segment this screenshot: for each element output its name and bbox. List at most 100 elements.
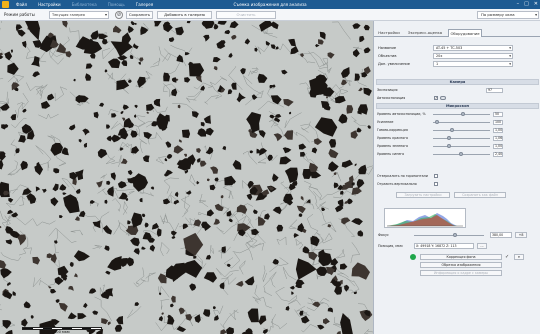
slider-label: Уровень красного [377, 136, 409, 140]
toolbar: Режим работы Текущая галерея ▾ ⊘ Сохрани… [0, 9, 540, 21]
clear-circle-icon[interactable]: ⊘ [115, 11, 123, 19]
mode-select[interactable]: Текущая галерея ▾ [49, 11, 109, 19]
flip-v-label: Отразить вертикально [377, 182, 417, 186]
position-label: Позиция, мкм [378, 244, 403, 248]
field-zoom-label: Доп. увеличение [378, 62, 410, 66]
save-settings-button[interactable]: Сохранить как файл [454, 192, 506, 198]
close-icon[interactable]: ✕ [534, 0, 538, 9]
slider-value-input[interactable]: 2,40 [493, 152, 503, 157]
size-mode-value: По размеру окна [481, 12, 515, 17]
focus-slider-knob[interactable] [453, 233, 457, 237]
auto-exposure-row: Автоэкспозиция ✓ [376, 95, 539, 102]
slider-row: Уровень красного 1,06 [376, 135, 539, 142]
slider-label: Уровень автоэкспозиции, % [377, 112, 426, 116]
slider-label: Уровень синего [377, 152, 405, 156]
flip-v-row: Отразить вертикально [376, 181, 539, 188]
slider-knob[interactable] [447, 144, 452, 148]
histogram [384, 208, 466, 228]
slider-row: Уровень синего 2,40 [376, 151, 539, 158]
slider-value-input[interactable]: 50 [493, 112, 503, 117]
equipment-select[interactable]: AT-45 + TC-503 ▾ [433, 45, 513, 51]
chevron-down-icon: ▾ [509, 46, 511, 50]
slider-track[interactable] [433, 138, 490, 139]
minimize-icon[interactable]: – [517, 0, 520, 9]
tab-express[interactable]: Экспресс-оценка [404, 29, 446, 37]
flip-h-label: Отзеркалить по горизонтали [377, 174, 428, 178]
background-correction-button[interactable]: Коррекция фона [420, 254, 502, 260]
slider-value-input[interactable]: 1,00 [493, 128, 503, 133]
focus-step-button[interactable]: +8 [515, 232, 527, 238]
microstructure-image [0, 21, 373, 334]
field-name: Название AT-45 + TC-503 ▾ [376, 45, 539, 51]
chevron-down-icon: ▾ [509, 54, 511, 58]
slider-knob[interactable] [459, 152, 464, 156]
slider-value-input[interactable]: 100 [493, 120, 503, 125]
field-extra-zoom: Доп. увеличение 1 ▾ [376, 61, 539, 67]
tab-settings[interactable]: Настройки [376, 29, 402, 37]
zoom-select[interactable]: 1 ▾ [433, 61, 513, 67]
slider-row: Усиление 100 [376, 119, 539, 126]
add-to-gallery-button[interactable]: Добавить в галерею [157, 11, 212, 19]
field-objective: Объектив 20x ▾ [376, 53, 539, 59]
objective-value: 20x [436, 54, 443, 58]
mode-select-value: Текущая галерея [52, 13, 85, 17]
check-icon[interactable]: ✓ [505, 254, 511, 260]
settings-panel: Настройки Экспресс-оценка Оборудование Н… [373, 21, 540, 334]
slider-label: Гамма-коррекция [377, 128, 408, 132]
slider-knob[interactable] [449, 128, 454, 132]
status-indicator-icon [410, 254, 416, 260]
focus-input[interactable]: 380,00 [490, 232, 512, 238]
slider-value-input[interactable]: 1,06 [493, 136, 503, 141]
microscope-image-view[interactable]: 300 мкм [0, 21, 373, 334]
exposure-input[interactable]: 97 [486, 88, 503, 93]
slider-knob[interactable] [447, 136, 452, 140]
histogram-chart [387, 213, 463, 227]
slider-label: Уровень зеленого [377, 144, 409, 148]
clear-button[interactable]: Очистить [216, 11, 276, 19]
camera-section-header[interactable]: Камера [376, 79, 539, 85]
maximize-icon[interactable]: □ [524, 0, 529, 9]
camera-info-button[interactable]: Информация о кадре с камеры [420, 270, 502, 276]
auto-exposure-checkbox[interactable]: ✓ [434, 96, 438, 100]
field-name-label: Название [378, 46, 397, 50]
save-button[interactable]: Сохранить [126, 11, 153, 19]
slider-knob[interactable] [434, 120, 439, 124]
position-input[interactable]: X: 49918 Y: 16872 Z: 113 [414, 243, 474, 249]
slider-track[interactable] [433, 122, 490, 123]
focus-slider-track[interactable] [414, 235, 484, 236]
slider-track[interactable] [433, 146, 490, 147]
microscope-section-header[interactable]: Микроскоп [376, 103, 539, 109]
auto-exposure-label: Автоэкспозиция [377, 96, 406, 100]
dropdown-button[interactable]: ▾ [514, 254, 524, 260]
equipment-value: AT-45 + TC-503 [436, 46, 463, 50]
window-title: Съемка изображения для анализа [233, 2, 307, 7]
field-objective-label: Объектив [378, 54, 397, 58]
tab-equipment[interactable]: Оборудование [448, 29, 482, 37]
objective-select[interactable]: 20x ▾ [433, 53, 513, 59]
slider-track[interactable] [433, 130, 490, 131]
chevron-down-icon: ▾ [535, 12, 537, 17]
chevron-down-icon: ▾ [509, 62, 511, 66]
flip-v-checkbox[interactable] [434, 182, 438, 186]
panel-tabs: Настройки Экспресс-оценка Оборудование [374, 29, 540, 37]
slider-label: Усиление [377, 120, 394, 124]
crop-image-button[interactable]: Обрезка изображения [420, 262, 502, 268]
window-controls: – □ ✕ [517, 0, 538, 9]
slider-row: Уровень автоэкспозиции, % 50 [376, 111, 539, 118]
position-button[interactable]: ... [477, 243, 487, 249]
flip-h-row: Отзеркалить по горизонтали [376, 173, 539, 180]
exposure-row: Экспозиция 97 [376, 87, 539, 94]
slider-row: Уровень зеленого 1,00 [376, 143, 539, 150]
app-window: Файл Настройки Библиотека Помощь Галерея… [0, 0, 540, 334]
mode-label: Режим работы [4, 12, 35, 17]
slider-row: Гамма-коррекция 1,00 [376, 127, 539, 134]
title-bar: Файл Настройки Библиотека Помощь Галерея… [0, 0, 540, 9]
auto-exposure-toggle[interactable] [440, 96, 446, 100]
slider-value-input[interactable]: 1,00 [493, 144, 503, 149]
size-mode-select[interactable]: По размеру окна ▾ [477, 11, 539, 19]
zoom-value: 1 [436, 62, 439, 66]
slider-knob[interactable] [460, 112, 465, 116]
restore-settings-button[interactable]: Загрузить настройки [396, 192, 450, 198]
flip-h-checkbox[interactable] [434, 174, 438, 178]
exposure-label: Экспозиция [377, 88, 398, 92]
